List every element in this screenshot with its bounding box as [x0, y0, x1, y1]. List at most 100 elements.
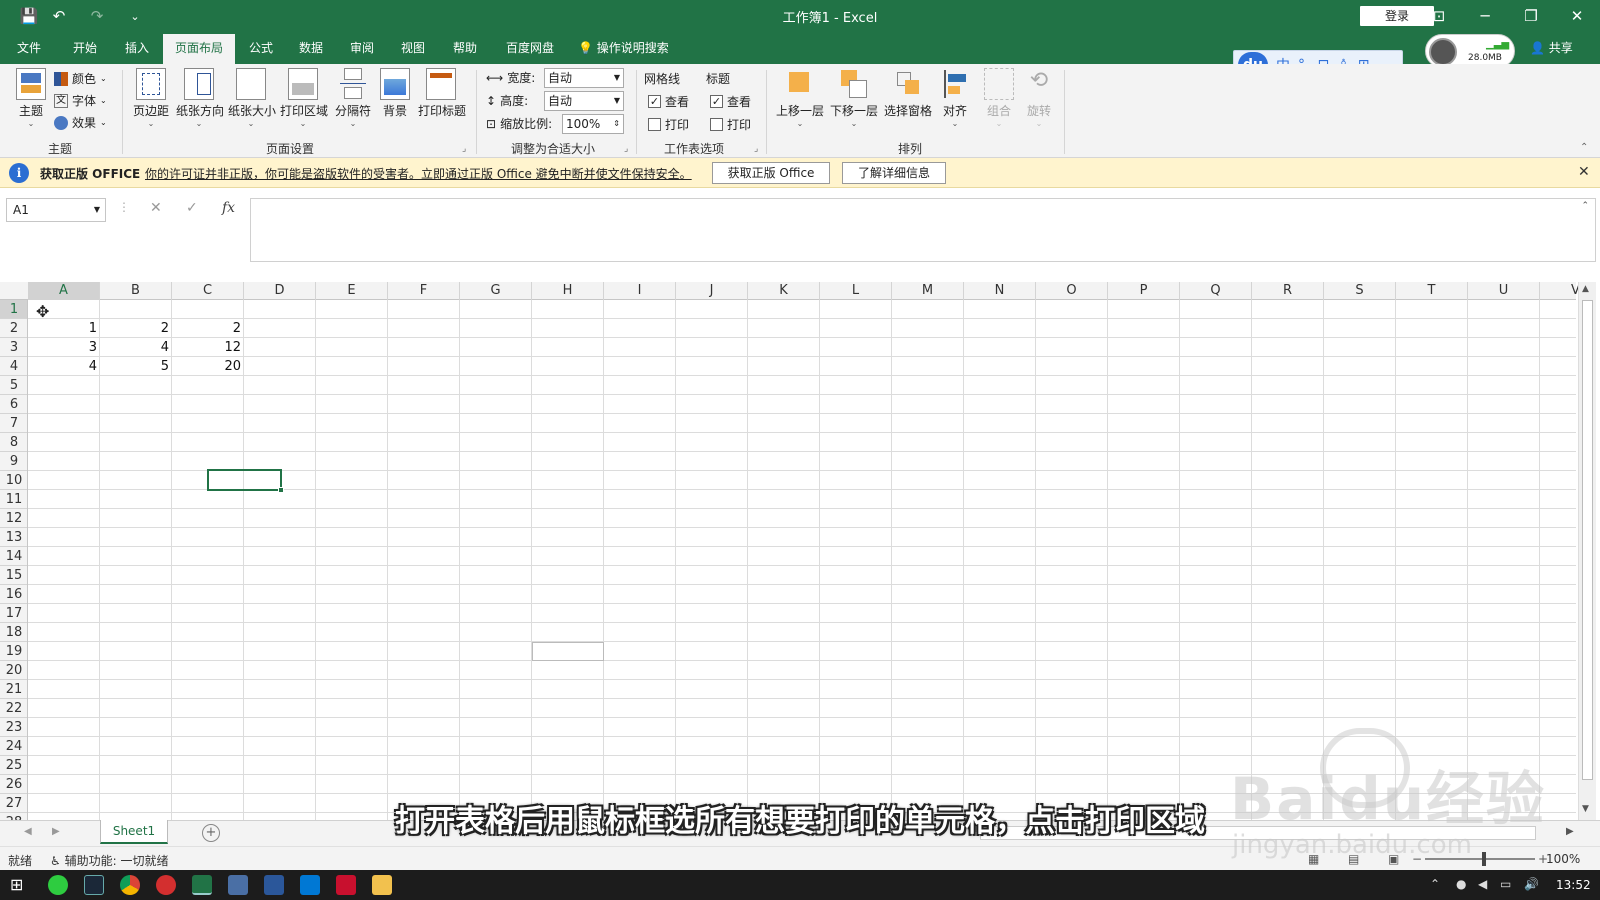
column-header[interactable]: N — [964, 282, 1036, 300]
tab-formulas[interactable]: 公式 — [242, 32, 280, 64]
send-backward-button[interactable]: 下移一层 ⌄ — [826, 68, 882, 136]
close-notification-icon[interactable]: ✕ — [1578, 164, 1590, 180]
insert-function-icon[interactable]: fx — [222, 200, 235, 216]
formula-input[interactable]: ⌃ — [250, 198, 1596, 262]
tab-page-layout[interactable]: 页面布局 — [163, 32, 235, 64]
scale-launcher-icon[interactable]: ⌟ — [624, 144, 628, 154]
column-header[interactable]: I — [604, 282, 676, 300]
tab-help[interactable]: 帮助 — [446, 32, 484, 64]
save-icon[interactable]: 💾 — [18, 6, 40, 26]
zoom-slider-knob[interactable] — [1482, 852, 1486, 866]
vertical-scrollbar[interactable]: ▲ ▼ — [1578, 282, 1596, 820]
column-header[interactable]: B — [100, 282, 172, 300]
tray-app-icon[interactable]: ● — [1456, 877, 1466, 891]
ribbon-display-icon[interactable]: ⊡ — [1424, 4, 1454, 28]
cancel-entry-icon[interactable]: ✕ — [150, 200, 162, 216]
column-header[interactable]: A — [28, 282, 100, 300]
row-header[interactable]: 22 — [0, 699, 27, 718]
height-select[interactable]: 自动 ▼ — [544, 91, 624, 111]
collapse-formula-bar-icon[interactable]: ⌃ — [1581, 201, 1589, 211]
gridlines-print-checkbox[interactable]: 打印 — [648, 116, 689, 133]
redo-icon[interactable]: ↷ — [86, 6, 108, 26]
size-button[interactable]: 纸张大小 ⌄ — [228, 68, 276, 136]
column-header[interactable]: L — [820, 282, 892, 300]
zoom-level[interactable]: 100% — [1546, 852, 1580, 866]
share-button[interactable]: 👤 共享 — [1530, 32, 1573, 64]
column-header[interactable]: U — [1468, 282, 1540, 300]
row-header[interactable]: 2 — [0, 319, 27, 338]
tab-file[interactable]: 文件 — [12, 32, 46, 64]
restore-button[interactable]: ❐ — [1516, 4, 1546, 28]
rotate-button[interactable]: ⟲ 旋转 ⌄ — [1016, 68, 1062, 136]
app-notes-icon[interactable] — [228, 875, 248, 895]
login-button[interactable]: 登录 — [1360, 6, 1434, 26]
confirm-entry-icon[interactable]: ✓ — [186, 200, 198, 216]
file-explorer-icon[interactable] — [372, 875, 392, 895]
app-360-icon[interactable] — [48, 875, 68, 895]
cell[interactable]: 20 — [172, 357, 244, 376]
row-header[interactable]: 4 — [0, 357, 27, 376]
resize-handle-icon[interactable]: ⋮ — [118, 200, 130, 214]
outlook-icon[interactable] — [300, 875, 320, 895]
learn-more-button[interactable]: 了解详细信息 — [842, 162, 946, 184]
get-genuine-office-button[interactable]: 获取正版 Office — [712, 162, 830, 184]
steam-icon[interactable] — [84, 875, 104, 895]
scroll-right-icon[interactable]: ▶ — [1566, 826, 1574, 837]
tab-home[interactable]: 开始 — [66, 32, 104, 64]
selection-pane-button[interactable]: 选择窗格 — [880, 68, 936, 136]
row-header[interactable]: 17 — [0, 604, 27, 623]
close-button[interactable]: ✕ — [1562, 4, 1592, 28]
cell[interactable]: 12 — [172, 338, 244, 357]
tray-expand-icon[interactable]: ⌃ — [1430, 877, 1440, 891]
chrome-icon[interactable] — [120, 875, 140, 895]
cell[interactable]: 5 — [100, 357, 172, 376]
cell[interactable]: 4 — [100, 338, 172, 357]
notification-message[interactable]: 你的许可证并非正版，你可能是盗版软件的受害者。立即通过正版 Office 避免中… — [145, 165, 692, 182]
column-header[interactable]: O — [1036, 282, 1108, 300]
sheet-tab-sheet1[interactable]: Sheet1 — [100, 820, 168, 844]
column-header[interactable]: E — [316, 282, 388, 300]
row-header[interactable]: 5 — [0, 376, 27, 395]
page-setup-launcher-icon[interactable]: ⌟ — [462, 144, 466, 154]
column-header[interactable]: P — [1108, 282, 1180, 300]
row-header[interactable]: 28 — [0, 813, 27, 820]
colors-button[interactable]: 颜色 ⌄ — [54, 70, 107, 87]
align-button[interactable]: 对齐 ⌄ — [932, 68, 978, 136]
column-header[interactable]: T — [1396, 282, 1468, 300]
cell[interactable]: 3 — [28, 338, 100, 357]
effects-button[interactable]: 效果 ⌄ — [54, 114, 107, 131]
add-sheet-icon[interactable]: + — [202, 824, 220, 842]
orientation-button[interactable]: 纸张方向 ⌄ — [176, 68, 224, 136]
margins-button[interactable]: 页边距 ⌄ — [128, 68, 174, 136]
column-header[interactable]: C — [172, 282, 244, 300]
row-header[interactable]: 7 — [0, 414, 27, 433]
row-header[interactable]: 16 — [0, 585, 27, 604]
row-header[interactable]: 23 — [0, 718, 27, 737]
row-header[interactable]: 25 — [0, 756, 27, 775]
row-header[interactable]: 14 — [0, 547, 27, 566]
row-header[interactable]: 20 — [0, 661, 27, 680]
cell[interactable]: 4 — [28, 357, 100, 376]
column-header[interactable]: Q — [1180, 282, 1252, 300]
row-header[interactable]: 1 — [0, 300, 27, 319]
cell[interactable]: 1 — [28, 319, 100, 338]
column-header[interactable]: H — [532, 282, 604, 300]
print-area-button[interactable]: 打印区域 ⌄ — [280, 68, 328, 136]
background-button[interactable]: 背景 — [372, 68, 418, 136]
minimize-button[interactable]: ─ — [1470, 4, 1500, 28]
print-titles-button[interactable]: 打印标题 — [418, 68, 466, 136]
headings-view-checkbox[interactable]: ✓ 查看 — [710, 93, 751, 110]
scale-spinner[interactable]: 100% ⇕ — [562, 114, 624, 134]
vertical-scroll-thumb[interactable] — [1582, 300, 1593, 780]
tab-data[interactable]: 数据 — [292, 32, 330, 64]
row-header[interactable]: 19 — [0, 642, 27, 661]
customize-qat-icon[interactable]: ⌄ — [124, 6, 146, 26]
column-header[interactable]: M — [892, 282, 964, 300]
row-header[interactable]: 12 — [0, 509, 27, 528]
column-header[interactable]: D — [244, 282, 316, 300]
breaks-button[interactable]: 分隔符 ⌄ — [330, 68, 376, 136]
excel-taskbar-icon[interactable] — [192, 875, 212, 895]
cell[interactable]: 2 — [100, 319, 172, 338]
column-header[interactable]: G — [460, 282, 532, 300]
windows-start-icon[interactable]: ⊞ — [10, 875, 23, 894]
